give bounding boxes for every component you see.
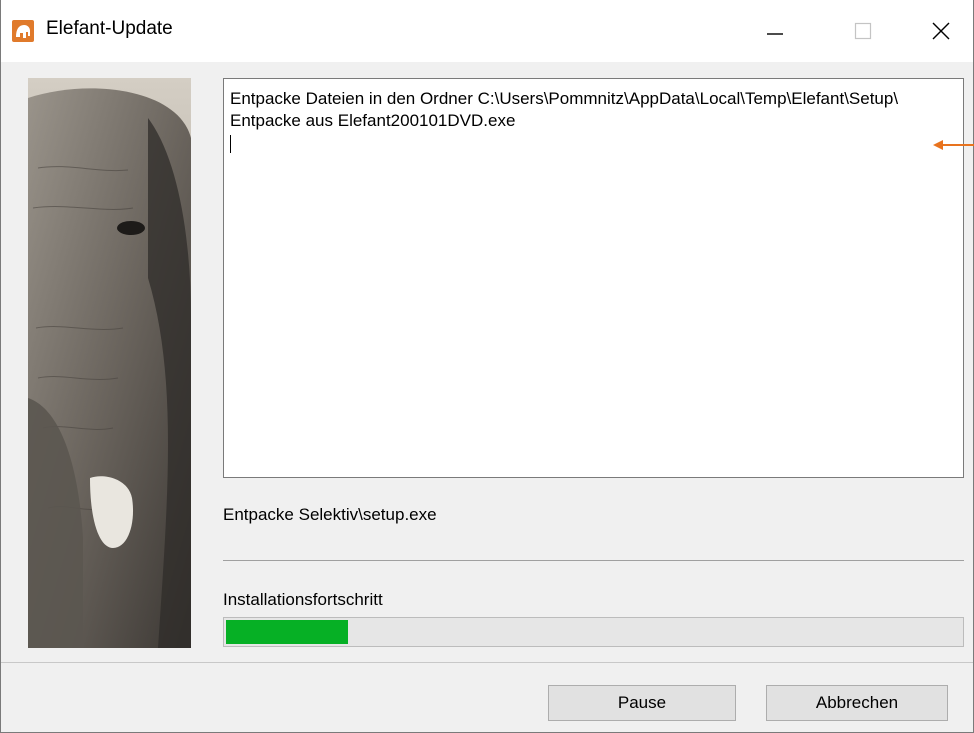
progress-fill	[226, 620, 348, 644]
installer-window: Elefant-Update Entpacke Dateien in den O…	[0, 0, 974, 733]
close-icon	[932, 22, 950, 40]
log-line: Entpacke Dateien in den Ordner C:\Users\…	[230, 89, 899, 108]
text-caret	[230, 134, 231, 153]
maximize-icon	[854, 22, 872, 40]
cancel-button[interactable]: Abbrechen	[766, 685, 948, 721]
title-bar[interactable]: Elefant-Update	[1, 0, 973, 62]
elephant-side-image	[28, 78, 191, 648]
extraction-log[interactable]: Entpacke Dateien in den Ordner C:\Users\…	[223, 78, 964, 478]
maximize-button[interactable]	[833, 0, 893, 62]
close-button[interactable]	[911, 0, 971, 62]
elephant-app-icon	[12, 20, 34, 42]
install-progress-bar	[223, 617, 964, 647]
log-line: Entpacke aus Elefant200101DVD.exe	[230, 111, 516, 130]
progress-label: Installationsfortschritt	[223, 590, 383, 609]
minimize-button[interactable]	[745, 0, 805, 62]
pause-button[interactable]: Pause	[548, 685, 736, 721]
footer-divider	[1, 662, 973, 663]
minimize-icon	[767, 33, 783, 35]
current-action-text: Entpacke Selektiv\setup.exe	[223, 505, 437, 524]
window-title: Elefant-Update	[46, 18, 173, 39]
separator	[223, 560, 964, 561]
annotation-arrow-icon	[933, 140, 974, 150]
